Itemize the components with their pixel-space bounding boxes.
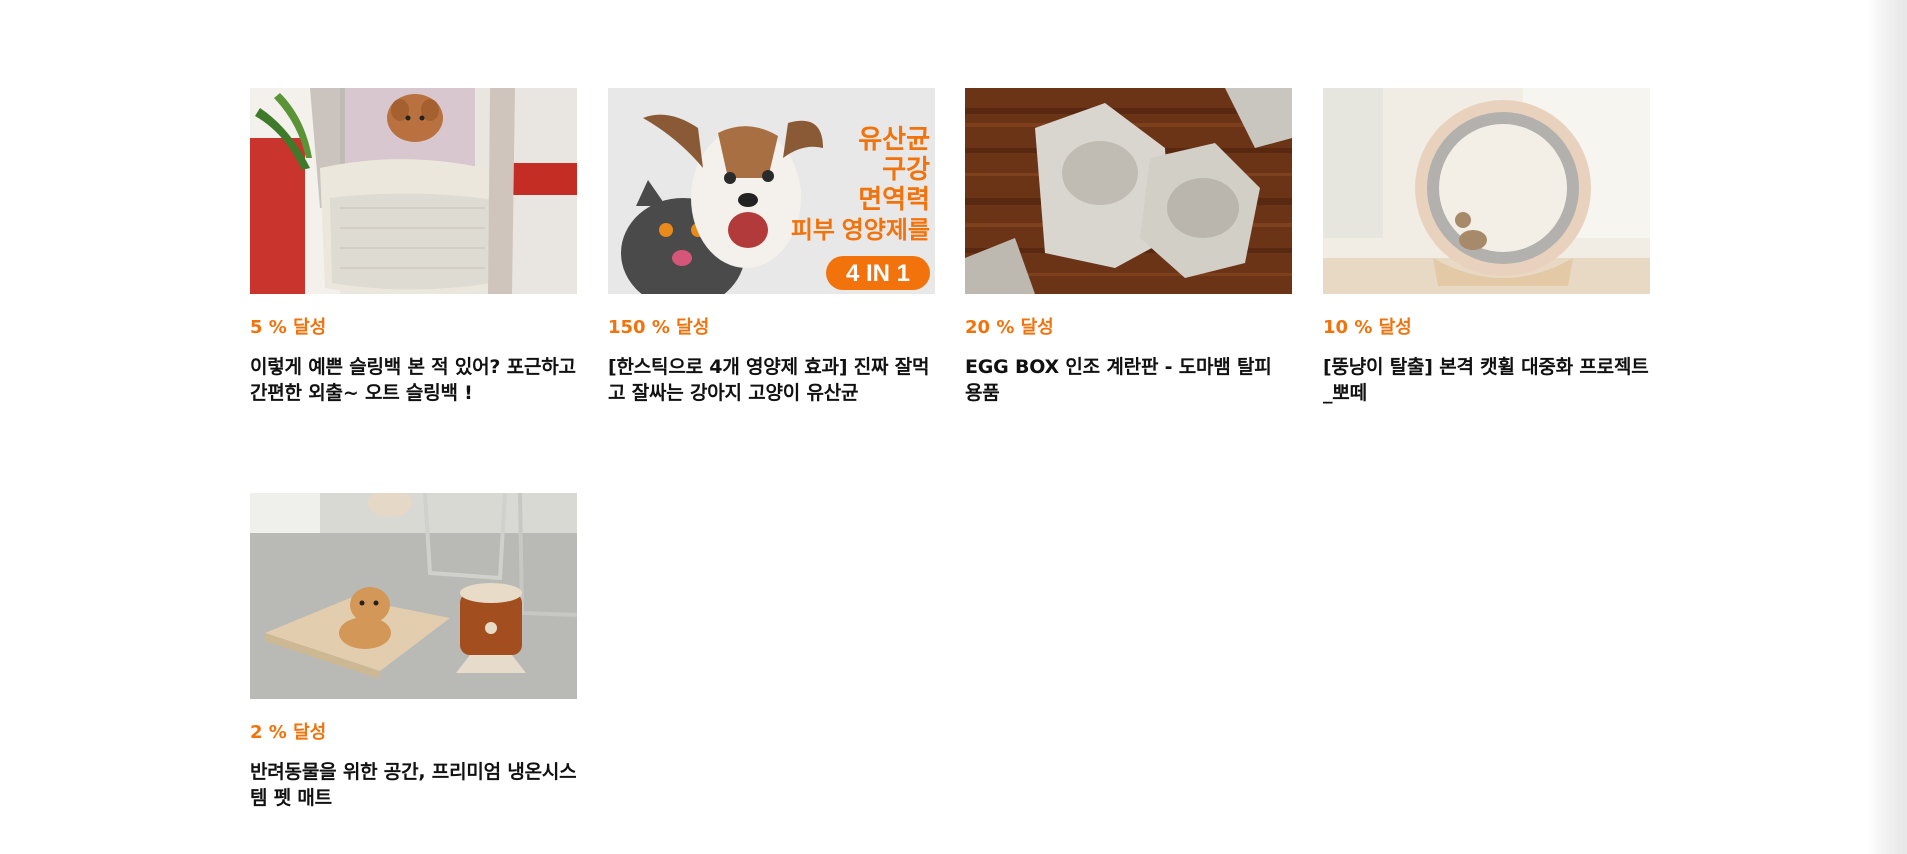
project-card[interactable]: 유산균 구강 면역력 피부 영양제를 4 IN 1 150 % 달성 [한스틱으… (608, 88, 935, 406)
achievement-rate: 20 % 달성 (965, 317, 1054, 338)
project-title[interactable]: EGG BOX 인조 계란판 - 도마뱀 탈피 용품 (965, 354, 1292, 406)
ad-badge: 4 IN 1 (846, 260, 910, 287)
project-card[interactable]: 20 % 달성 EGG BOX 인조 계란판 - 도마뱀 탈피 용품 (965, 88, 1292, 406)
achievement-rate: 10 % 달성 (1323, 317, 1412, 338)
project-card[interactable]: 10 % 달성 [뚱냥이 탈출] 본격 캣휠 대중화 프로젝트 _뽀떼 (1323, 88, 1650, 406)
pet-mat-heater-photo[interactable] (250, 493, 577, 699)
project-card[interactable]: 5 % 달성 이렇게 예쁜 슬링백 본 적 있어? 포근하고 간편한 외출~ 오… (250, 88, 577, 406)
project-card[interactable]: 2 % 달성 반려동물을 위한 공간, 프리미엄 냉온시스템 펫 매트 (250, 493, 577, 811)
project-title[interactable]: [뚱냥이 탈출] 본격 캣휠 대중화 프로젝트 _뽀떼 (1323, 354, 1650, 406)
ad-text-line1: 유산균 (858, 124, 930, 154)
ad-text-line3: 면역력 (858, 184, 930, 214)
project-title[interactable]: 반려동물을 위한 공간, 프리미엄 냉온시스템 펫 매트 (250, 759, 577, 811)
page-scrollbar[interactable] (1867, 0, 1907, 854)
project-title[interactable]: [한스틱으로 4개 영양제 효과] 진짜 잘먹고 잘싸는 강아지 고양이 유산균 (608, 354, 935, 406)
achievement-rate: 150 % 달성 (608, 317, 710, 338)
dog-cat-supplement-ad[interactable]: 유산균 구강 면역력 피부 영양제를 4 IN 1 (608, 88, 935, 294)
achievement-rate: 5 % 달성 (250, 317, 327, 338)
egg-box-hide-photo[interactable] (965, 88, 1292, 294)
sling-bag-dog-photo[interactable] (250, 88, 577, 294)
cat-wheel-photo[interactable] (1323, 88, 1650, 294)
ad-text-line4: 피부 영양제를 (791, 217, 930, 244)
achievement-rate: 2 % 달성 (250, 722, 327, 743)
project-title[interactable]: 이렇게 예쁜 슬링백 본 적 있어? 포근하고 간편한 외출~ 오트 슬링백 ! (250, 354, 577, 406)
ad-text-line2: 구강 (882, 154, 930, 184)
